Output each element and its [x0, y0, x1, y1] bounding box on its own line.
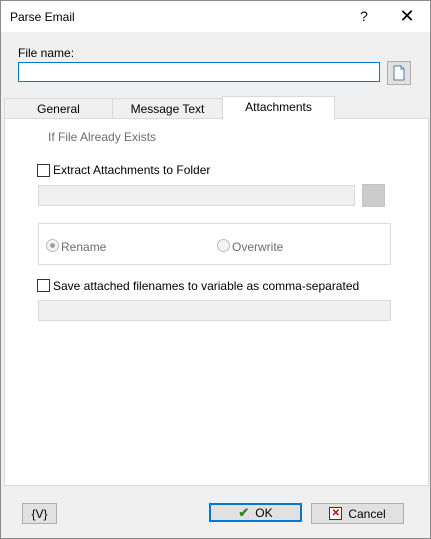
- title-bar: Parse Email ? ✕: [1, 1, 430, 32]
- variable-name-field: [38, 300, 391, 321]
- window-title: Parse Email: [10, 10, 75, 24]
- file-name-input[interactable]: [18, 62, 380, 82]
- overwrite-label: Overwrite: [232, 240, 284, 254]
- ok-label: OK: [255, 505, 273, 520]
- tab-general[interactable]: General: [4, 98, 113, 119]
- folder-path-field: [38, 185, 355, 206]
- overwrite-radio: [217, 239, 230, 252]
- help-button[interactable]: ?: [354, 6, 374, 26]
- cancel-button[interactable]: ✕ Cancel: [311, 503, 404, 524]
- save-filenames-label: Save attached filenames to variable as c…: [53, 279, 360, 293]
- save-filenames-checkbox[interactable]: [37, 279, 50, 292]
- tab-attachments[interactable]: Attachments: [222, 96, 335, 120]
- variables-button[interactable]: {V}: [22, 503, 57, 524]
- browse-folder-button: [362, 184, 385, 207]
- parse-email-dialog: Parse Email ? ✕ File name: General Messa…: [0, 0, 431, 539]
- browse-file-button[interactable]: [387, 61, 411, 85]
- extract-attachments-label: Extract Attachments to Folder: [53, 163, 211, 177]
- extract-attachments-checkbox[interactable]: [37, 164, 50, 177]
- rename-radio: [46, 239, 59, 252]
- check-icon: ✔: [238, 504, 250, 520]
- ok-button[interactable]: ✔ OK: [209, 503, 302, 522]
- tab-message-text[interactable]: Message Text: [112, 98, 223, 119]
- close-button[interactable]: ✕: [395, 5, 419, 27]
- rename-label: Rename: [61, 240, 107, 254]
- cancel-label: Cancel: [348, 506, 386, 521]
- file-name-label: File name:: [18, 46, 75, 60]
- dialog-content: File name: General Message Text Attachme…: [1, 32, 430, 538]
- file-exists-group-title: If File Already Exists: [46, 130, 159, 144]
- document-icon: [393, 65, 405, 81]
- cancel-x-icon: ✕: [329, 507, 343, 520]
